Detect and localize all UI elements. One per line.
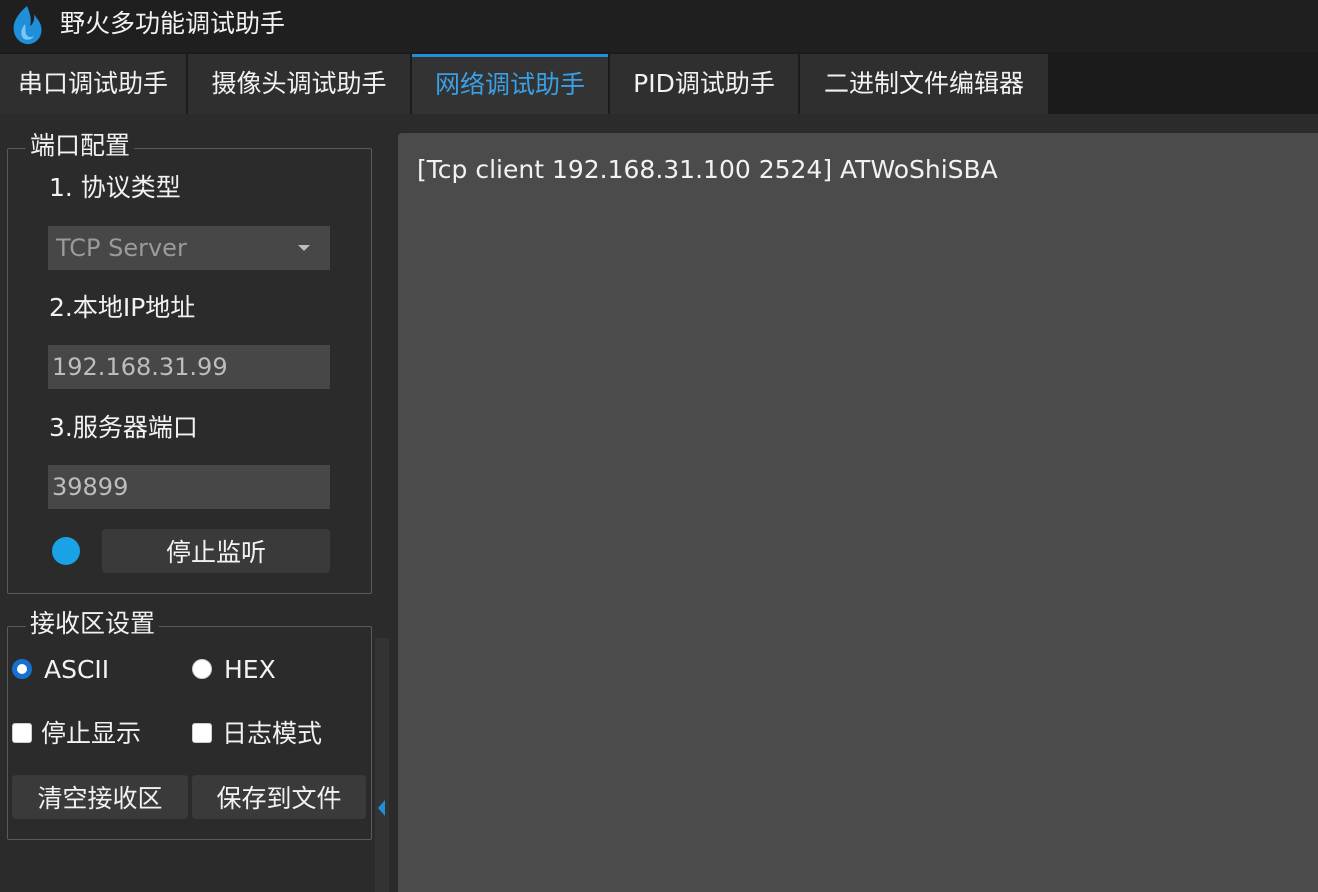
stop-listen-button[interactable]: 停止监听 [102, 529, 330, 573]
receive-settings-title: 接收区设置 [26, 609, 160, 639]
left-panel: 端口配置 1. 协议类型 TCP Server 2.本地IP地址 3.服务器端口… [0, 114, 392, 892]
tab-binary-editor[interactable]: 二进制文件编辑器 [800, 54, 1048, 114]
tab-camera-assistant[interactable]: 摄像头调试助手 [188, 54, 410, 114]
hex-radio[interactable] [192, 659, 212, 679]
panel-splitter[interactable] [375, 638, 389, 892]
collapse-arrow-icon[interactable] [378, 800, 385, 816]
received-message: [Tcp client 192.168.31.100 2524] ATWoShi… [417, 155, 998, 184]
local-ip-label: 2.本地IP地址 [49, 293, 196, 322]
server-port-label: 3.服务器端口 [49, 413, 198, 442]
flame-logo-icon [13, 6, 42, 45]
protocol-type-label: 1. 协议类型 [49, 173, 181, 202]
listen-status-indicator [52, 537, 80, 565]
save-to-file-button[interactable]: 保存到文件 [192, 775, 366, 819]
ascii-label: ASCII [44, 655, 110, 684]
protocol-type-value: TCP Server [56, 234, 187, 262]
tab-bar: 串口调试助手 摄像头调试助手 网络调试助手 PID调试助手 二进制文件编辑器 [0, 52, 1318, 114]
log-mode-checkbox[interactable] [192, 723, 212, 743]
stop-display-checkbox[interactable] [12, 723, 32, 743]
receive-area[interactable]: [Tcp client 192.168.31.100 2524] ATWoShi… [398, 133, 1318, 892]
title-bar: 野火多功能调试助手 [0, 0, 1318, 52]
log-mode-label: 日志模式 [222, 719, 323, 748]
tab-serial-assistant[interactable]: 串口调试助手 [0, 54, 186, 114]
window-title: 野火多功能调试助手 [60, 9, 286, 38]
server-port-input[interactable] [48, 465, 330, 509]
port-config-title: 端口配置 [26, 131, 135, 161]
hex-label: HEX [224, 655, 276, 684]
protocol-type-select[interactable]: TCP Server [48, 226, 330, 270]
stop-display-label: 停止显示 [41, 719, 142, 748]
tab-network-assistant[interactable]: 网络调试助手 [412, 54, 608, 114]
dropdown-arrow-icon [298, 245, 310, 251]
ascii-radio[interactable] [12, 659, 32, 679]
clear-receive-button[interactable]: 清空接收区 [12, 775, 188, 819]
tab-pid-assistant[interactable]: PID调试助手 [610, 54, 798, 114]
local-ip-input[interactable] [48, 345, 330, 389]
